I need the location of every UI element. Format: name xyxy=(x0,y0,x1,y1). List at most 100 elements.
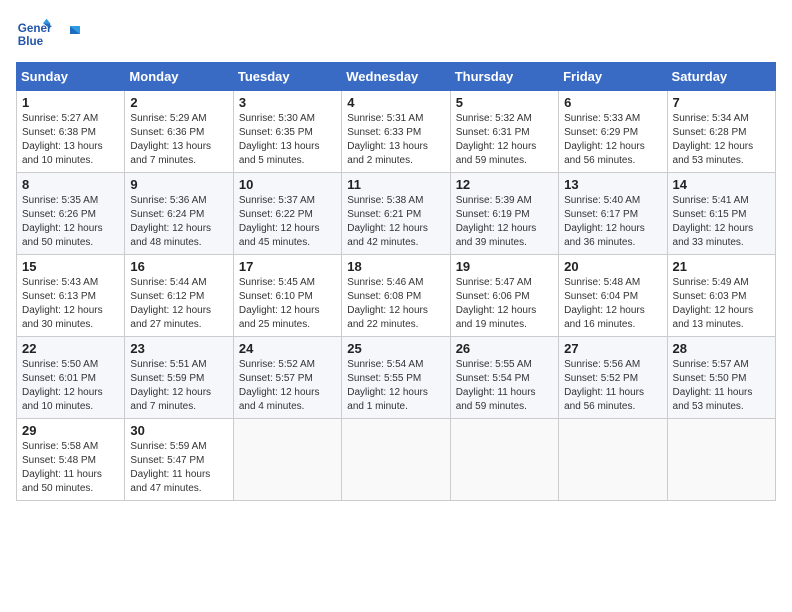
calendar-cell: 14 Sunrise: 5:41 AM Sunset: 6:15 PM Dayli… xyxy=(667,173,775,255)
calendar-cell: 8 Sunrise: 5:35 AM Sunset: 6:26 PM Daylig… xyxy=(17,173,125,255)
day-number: 7 xyxy=(673,95,770,110)
weekday-header-sunday: Sunday xyxy=(17,63,125,91)
calendar-table: SundayMondayTuesdayWednesdayThursdayFrid… xyxy=(16,62,776,501)
weekday-header-friday: Friday xyxy=(559,63,667,91)
calendar-cell: 3 Sunrise: 5:30 AM Sunset: 6:35 PM Daylig… xyxy=(233,91,341,173)
day-info: Sunrise: 5:40 AM Sunset: 6:17 PM Dayligh… xyxy=(564,194,661,250)
calendar-cell: 1 Sunrise: 5:27 AM Sunset: 6:38 PM Daylig… xyxy=(17,91,125,173)
calendar-cell: 26 Sunrise: 5:55 AM Sunset: 5:54 PM Dayli… xyxy=(450,337,558,419)
day-number: 3 xyxy=(239,95,336,110)
calendar-cell: 25 Sunrise: 5:54 AM Sunset: 5:55 PM Dayli… xyxy=(342,337,450,419)
calendar-cell: 22 Sunrise: 5:50 AM Sunset: 6:01 PM Dayli… xyxy=(17,337,125,419)
day-info: Sunrise: 5:52 AM Sunset: 5:57 PM Dayligh… xyxy=(239,358,336,414)
weekday-header-row: SundayMondayTuesdayWednesdayThursdayFrid… xyxy=(17,63,776,91)
logo: General Blue xyxy=(16,16,80,52)
calendar-week-row: 22 Sunrise: 5:50 AM Sunset: 6:01 PM Dayli… xyxy=(17,337,776,419)
calendar-cell: 16 Sunrise: 5:44 AM Sunset: 6:12 PM Dayli… xyxy=(125,255,233,337)
day-number: 15 xyxy=(22,259,119,274)
day-info: Sunrise: 5:35 AM Sunset: 6:26 PM Dayligh… xyxy=(22,194,119,250)
day-number: 8 xyxy=(22,177,119,192)
day-info: Sunrise: 5:31 AM Sunset: 6:33 PM Dayligh… xyxy=(347,112,444,168)
calendar-body: 1 Sunrise: 5:27 AM Sunset: 6:38 PM Daylig… xyxy=(17,91,776,501)
day-number: 26 xyxy=(456,341,553,356)
weekday-header-saturday: Saturday xyxy=(667,63,775,91)
calendar-cell: 20Sunrise: 5:48 AM Sunset: 6:04 PM Dayli… xyxy=(559,255,667,337)
calendar-week-row: 29 Sunrise: 5:58 AM Sunset: 5:48 PM Dayli… xyxy=(17,419,776,501)
day-number: 22 xyxy=(22,341,119,356)
day-number: 6 xyxy=(564,95,661,110)
day-number: 29 xyxy=(22,423,119,438)
day-info: Sunrise: 5:43 AM Sunset: 6:13 PM Dayligh… xyxy=(22,276,119,332)
day-info: Sunrise: 5:50 AM Sunset: 6:01 PM Dayligh… xyxy=(22,358,119,414)
day-number: 21 xyxy=(673,259,770,274)
day-info: Sunrise: 5:57 AM Sunset: 5:50 PM Dayligh… xyxy=(673,358,770,414)
calendar-week-row: 1 Sunrise: 5:27 AM Sunset: 6:38 PM Daylig… xyxy=(17,91,776,173)
calendar-cell xyxy=(233,419,341,501)
day-number: 14 xyxy=(673,177,770,192)
day-info: Sunrise: 5:51 AM Sunset: 5:59 PM Dayligh… xyxy=(130,358,227,414)
day-number: 2 xyxy=(130,95,227,110)
calendar-cell: 23Sunrise: 5:51 AM Sunset: 5:59 PM Dayli… xyxy=(125,337,233,419)
calendar-cell: 19 Sunrise: 5:47 AM Sunset: 6:06 PM Dayli… xyxy=(450,255,558,337)
calendar-cell: 27 Sunrise: 5:56 AM Sunset: 5:52 PM Dayli… xyxy=(559,337,667,419)
calendar-cell: 17Sunrise: 5:45 AM Sunset: 6:10 PM Dayli… xyxy=(233,255,341,337)
day-number: 5 xyxy=(456,95,553,110)
weekday-header-tuesday: Tuesday xyxy=(233,63,341,91)
day-info: Sunrise: 5:44 AM Sunset: 6:12 PM Dayligh… xyxy=(130,276,227,332)
calendar-cell: 15 Sunrise: 5:43 AM Sunset: 6:13 PM Dayli… xyxy=(17,255,125,337)
calendar-cell: 29 Sunrise: 5:58 AM Sunset: 5:48 PM Dayli… xyxy=(17,419,125,501)
day-number: 30 xyxy=(130,423,227,438)
day-info: Sunrise: 5:58 AM Sunset: 5:48 PM Dayligh… xyxy=(22,440,119,496)
day-info: Sunrise: 5:45 AM Sunset: 6:10 PM Dayligh… xyxy=(239,276,336,332)
calendar-cell: 11 Sunrise: 5:38 AM Sunset: 6:21 PM Dayli… xyxy=(342,173,450,255)
day-number: 13 xyxy=(564,177,661,192)
day-number: 16 xyxy=(130,259,227,274)
day-info: Sunrise: 5:47 AM Sunset: 6:06 PM Dayligh… xyxy=(456,276,553,332)
day-info: Sunrise: 5:56 AM Sunset: 5:52 PM Dayligh… xyxy=(564,358,661,414)
day-info: Sunrise: 5:49 AM Sunset: 6:03 PM Dayligh… xyxy=(673,276,770,332)
day-info: Sunrise: 5:27 AM Sunset: 6:38 PM Dayligh… xyxy=(22,112,119,168)
calendar-cell: 4 Sunrise: 5:31 AM Sunset: 6:33 PM Daylig… xyxy=(342,91,450,173)
day-number: 1 xyxy=(22,95,119,110)
calendar-cell: 10 Sunrise: 5:37 AM Sunset: 6:22 PM Dayli… xyxy=(233,173,341,255)
day-info: Sunrise: 5:32 AM Sunset: 6:31 PM Dayligh… xyxy=(456,112,553,168)
day-info: Sunrise: 5:46 AM Sunset: 6:08 PM Dayligh… xyxy=(347,276,444,332)
day-number: 11 xyxy=(347,177,444,192)
day-info: Sunrise: 5:39 AM Sunset: 6:19 PM Dayligh… xyxy=(456,194,553,250)
weekday-header-wednesday: Wednesday xyxy=(342,63,450,91)
calendar-cell xyxy=(667,419,775,501)
calendar-week-row: 8 Sunrise: 5:35 AM Sunset: 6:26 PM Daylig… xyxy=(17,173,776,255)
logo-icon: General Blue xyxy=(16,16,52,52)
day-info: Sunrise: 5:41 AM Sunset: 6:15 PM Dayligh… xyxy=(673,194,770,250)
calendar-cell xyxy=(559,419,667,501)
day-number: 10 xyxy=(239,177,336,192)
day-info: Sunrise: 5:36 AM Sunset: 6:24 PM Dayligh… xyxy=(130,194,227,250)
day-info: Sunrise: 5:34 AM Sunset: 6:28 PM Dayligh… xyxy=(673,112,770,168)
day-number: 28 xyxy=(673,341,770,356)
calendar-cell xyxy=(342,419,450,501)
svg-text:Blue: Blue xyxy=(18,35,44,48)
calendar-cell: 24 Sunrise: 5:52 AM Sunset: 5:57 PM Dayli… xyxy=(233,337,341,419)
day-info: Sunrise: 5:55 AM Sunset: 5:54 PM Dayligh… xyxy=(456,358,553,414)
day-info: Sunrise: 5:30 AM Sunset: 6:35 PM Dayligh… xyxy=(239,112,336,168)
day-number: 25 xyxy=(347,341,444,356)
day-info: Sunrise: 5:54 AM Sunset: 5:55 PM Dayligh… xyxy=(347,358,444,414)
day-number: 19 xyxy=(456,259,553,274)
day-info: Sunrise: 5:59 AM Sunset: 5:47 PM Dayligh… xyxy=(130,440,227,496)
day-info: Sunrise: 5:38 AM Sunset: 6:21 PM Dayligh… xyxy=(347,194,444,250)
page-header: General Blue xyxy=(16,16,776,52)
day-number: 24 xyxy=(239,341,336,356)
day-number: 27 xyxy=(564,341,661,356)
calendar-cell: 9 Sunrise: 5:36 AM Sunset: 6:24 PM Daylig… xyxy=(125,173,233,255)
day-info: Sunrise: 5:37 AM Sunset: 6:22 PM Dayligh… xyxy=(239,194,336,250)
day-number: 18 xyxy=(347,259,444,274)
calendar-cell: 6Sunrise: 5:33 AM Sunset: 6:29 PM Daylig… xyxy=(559,91,667,173)
calendar-cell: 5 Sunrise: 5:32 AM Sunset: 6:31 PM Daylig… xyxy=(450,91,558,173)
calendar-cell: 13 Sunrise: 5:40 AM Sunset: 6:17 PM Dayli… xyxy=(559,173,667,255)
calendar-cell: 7 Sunrise: 5:34 AM Sunset: 6:28 PM Daylig… xyxy=(667,91,775,173)
calendar-cell: 21 Sunrise: 5:49 AM Sunset: 6:03 PM Dayli… xyxy=(667,255,775,337)
day-number: 9 xyxy=(130,177,227,192)
weekday-header-monday: Monday xyxy=(125,63,233,91)
day-number: 4 xyxy=(347,95,444,110)
calendar-cell: 30 Sunrise: 5:59 AM Sunset: 5:47 PM Dayli… xyxy=(125,419,233,501)
